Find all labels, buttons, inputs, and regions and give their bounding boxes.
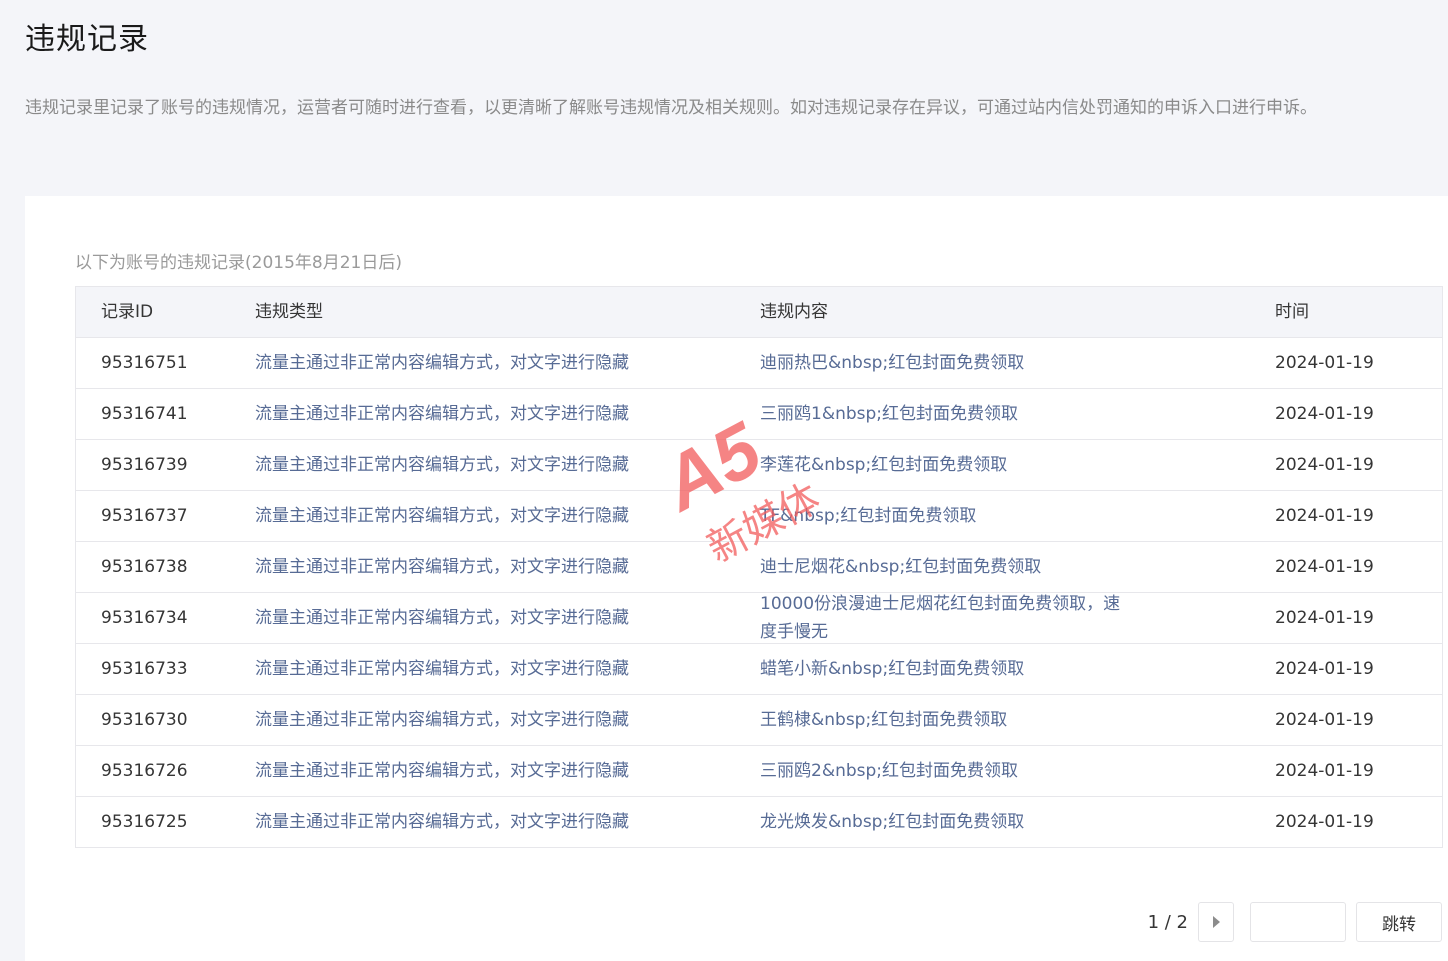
- violation-content-cell: 10000份浪漫迪士尼烟花红包封面免费领取，速度手慢无: [760, 594, 1121, 642]
- violation-content-cell: 王鹤棣&nbsp;红包封面免费领取: [760, 710, 1008, 730]
- violation-records-card: 以下为账号的违规记录(2015年8月21日后) 记录ID 违规类型 违规内容 时…: [25, 196, 1448, 961]
- violation-content-cell: 李莲花&nbsp;红包封面免费领取: [760, 455, 1008, 475]
- table-row: 95316737 流量主通过非正常内容编辑方式，对文字进行隐藏 TF&nbsp;红包…: [76, 491, 1442, 542]
- header-id: 记录ID: [101, 302, 154, 322]
- record-id-cell: 95316730: [101, 710, 188, 730]
- header-time: 时间: [1275, 302, 1309, 322]
- time-cell: 2024-01-19: [1275, 455, 1374, 475]
- record-id-cell: 95316734: [101, 608, 188, 628]
- time-cell: 2024-01-19: [1275, 608, 1374, 628]
- time-cell: 2024-01-19: [1275, 761, 1374, 781]
- record-id-cell: 95316739: [101, 455, 188, 475]
- table-row: 95316734 流量主通过非正常内容编辑方式，对文字进行隐藏 10000份浪漫迪士…: [76, 593, 1442, 644]
- record-id-cell: 95316737: [101, 506, 188, 526]
- triangle-right-icon: [1213, 916, 1220, 928]
- violation-type-cell: 流量主通过非正常内容编辑方式，对文字进行隐藏: [255, 506, 629, 526]
- violation-content-cell: TF&nbsp;红包封面免费领取: [760, 506, 977, 526]
- record-id-cell: 95316725: [101, 812, 188, 832]
- violation-type-cell: 流量主通过非正常内容编辑方式，对文字进行隐藏: [255, 353, 629, 373]
- page-description: 违规记录里记录了账号的违规情况，运营者可随时进行查看，以更清晰了解账号违规情况及…: [25, 98, 1317, 118]
- record-id-cell: 95316738: [101, 557, 188, 577]
- record-id-cell: 95316741: [101, 404, 188, 424]
- violation-content-cell: 三丽鸥2&nbsp;红包封面免费领取: [760, 761, 1019, 781]
- violation-type-cell: 流量主通过非正常内容编辑方式，对文字进行隐藏: [255, 659, 629, 679]
- pagination: 1 / 2 跳转: [1148, 902, 1442, 942]
- violation-table: 记录ID 违规类型 违规内容 时间 95316751 流量主通过非正常内容编辑方式…: [75, 286, 1443, 848]
- table-row: 95316725 流量主通过非正常内容编辑方式，对文字进行隐藏 龙光焕发&nbsp;…: [76, 797, 1442, 848]
- record-id-cell: 95316726: [101, 761, 188, 781]
- page-indicator: 1 / 2: [1147, 911, 1188, 933]
- time-cell: 2024-01-19: [1275, 557, 1374, 577]
- time-cell: 2024-01-19: [1275, 710, 1374, 730]
- record-id-cell: 95316751: [101, 353, 188, 373]
- violation-type-cell: 流量主通过非正常内容编辑方式，对文字进行隐藏: [255, 455, 629, 475]
- time-cell: 2024-01-19: [1275, 353, 1374, 373]
- table-row: 95316733 流量主通过非正常内容编辑方式，对文字进行隐藏 蜡笔小新&nbsp;…: [76, 644, 1442, 695]
- violation-type-cell: 流量主通过非正常内容编辑方式，对文字进行隐藏: [255, 761, 629, 781]
- violation-content-cell: 三丽鸥1&nbsp;红包封面免费领取: [760, 404, 1019, 424]
- table-header-row: 记录ID 违规类型 违规内容 时间: [76, 287, 1442, 338]
- header-content: 违规内容: [760, 302, 828, 322]
- violation-type-cell: 流量主通过非正常内容编辑方式，对文字进行隐藏: [255, 608, 629, 628]
- table-body: 95316751 流量主通过非正常内容编辑方式，对文字进行隐藏 迪丽热巴&nbsp;…: [76, 338, 1442, 848]
- record-id-cell: 95316733: [101, 659, 188, 679]
- table-row: 95316741 流量主通过非正常内容编辑方式，对文字进行隐藏 三丽鸥1&nbsp;…: [76, 389, 1442, 440]
- time-cell: 2024-01-19: [1275, 404, 1374, 424]
- next-page-button[interactable]: [1198, 902, 1234, 942]
- violation-content-cell: 迪丽热巴&nbsp;红包封面免费领取: [760, 353, 1025, 373]
- violation-type-cell: 流量主通过非正常内容编辑方式，对文字进行隐藏: [255, 404, 629, 424]
- time-cell: 2024-01-19: [1275, 506, 1374, 526]
- table-row: 95316739 流量主通过非正常内容编辑方式，对文字进行隐藏 李莲花&nbsp;红…: [76, 440, 1442, 491]
- violation-type-cell: 流量主通过非正常内容编辑方式，对文字进行隐藏: [255, 557, 629, 577]
- violation-content-cell: 蜡笔小新&nbsp;红包封面免费领取: [760, 659, 1025, 679]
- violation-type-cell: 流量主通过非正常内容编辑方式，对文字进行隐藏: [255, 812, 629, 832]
- time-cell: 2024-01-19: [1275, 659, 1374, 679]
- jump-button[interactable]: 跳转: [1356, 902, 1442, 942]
- table-caption: 以下为账号的违规记录(2015年8月21日后): [75, 253, 402, 273]
- violation-content-cell: 迪士尼烟花&nbsp;红包封面免费领取: [760, 557, 1042, 577]
- table-row: 95316730 流量主通过非正常内容编辑方式，对文字进行隐藏 王鹤棣&nbsp;红…: [76, 695, 1442, 746]
- violation-content-cell: 龙光焕发&nbsp;红包封面免费领取: [760, 812, 1025, 832]
- header-type: 违规类型: [255, 302, 323, 322]
- table-row: 95316751 流量主通过非正常内容编辑方式，对文字进行隐藏 迪丽热巴&nbsp;…: [76, 338, 1442, 389]
- time-cell: 2024-01-19: [1275, 812, 1374, 832]
- page-title: 违规记录: [25, 22, 149, 57]
- violation-type-cell: 流量主通过非正常内容编辑方式，对文字进行隐藏: [255, 710, 629, 730]
- table-row: 95316738 流量主通过非正常内容编辑方式，对文字进行隐藏 迪士尼烟花&nbsp…: [76, 542, 1442, 593]
- table-row: 95316726 流量主通过非正常内容编辑方式，对文字进行隐藏 三丽鸥2&nbsp;…: [76, 746, 1442, 797]
- page-jump-input[interactable]: [1250, 902, 1346, 942]
